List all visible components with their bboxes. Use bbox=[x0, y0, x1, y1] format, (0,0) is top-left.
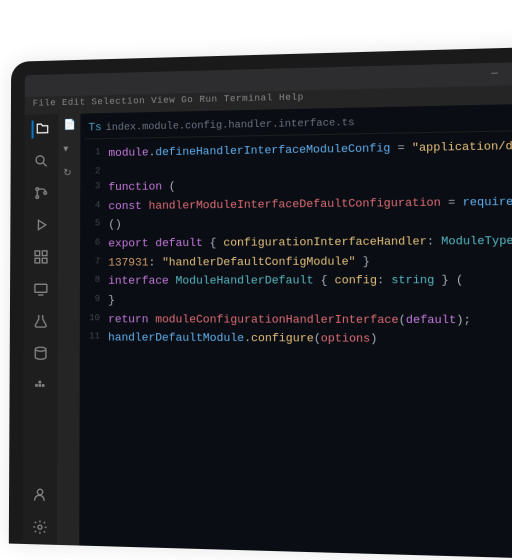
line-number: 5 bbox=[84, 217, 108, 236]
line-number: 2 bbox=[84, 164, 108, 180]
line-number: 4 bbox=[84, 198, 108, 217]
line-number: 11 bbox=[84, 330, 108, 349]
editor-tab[interactable]: Ts index.module.config.handler.interface… bbox=[84, 110, 512, 140]
code-line[interactable]: 9} bbox=[84, 292, 512, 312]
secondary-sidebar: 📄 ▾ ↻ bbox=[57, 114, 80, 546]
line-number: 8 bbox=[84, 273, 108, 292]
line-number: 10 bbox=[84, 311, 108, 330]
explorer-icon[interactable] bbox=[32, 120, 50, 138]
minimize-icon[interactable]: ─ bbox=[489, 69, 500, 80]
line-number: 1 bbox=[84, 145, 108, 164]
line-number: 7 bbox=[84, 254, 108, 273]
line-number: 6 bbox=[84, 235, 108, 254]
typescript-file-icon: Ts bbox=[88, 119, 101, 138]
laptop-screen: ─ ▢ ✕ File Edit Selection View Go Run Te… bbox=[9, 46, 512, 559]
line-number: 3 bbox=[84, 179, 108, 198]
code-line[interactable]: 7 137931: "handlerDefaultConfigModule" } bbox=[84, 252, 512, 273]
docker-icon[interactable] bbox=[31, 376, 49, 394]
file-icon[interactable]: 📄 bbox=[63, 120, 75, 132]
debug-icon[interactable] bbox=[32, 216, 50, 234]
extensions-icon[interactable] bbox=[32, 248, 50, 266]
code-content[interactable]: interface ModuleHandlerDefault { config:… bbox=[108, 272, 512, 292]
remote-icon[interactable] bbox=[32, 280, 50, 298]
search-icon[interactable] bbox=[32, 152, 50, 170]
database-icon[interactable] bbox=[32, 344, 50, 362]
code-body[interactable]: 1module.defineHandlerInterfaceModuleConf… bbox=[84, 137, 512, 351]
code-line[interactable]: 6 export default { configurationInterfac… bbox=[84, 232, 512, 254]
activity-bar bbox=[23, 114, 59, 545]
code-line[interactable]: 11 handlerDefaultModule.configure(option… bbox=[84, 330, 512, 351]
code-content[interactable]: } bbox=[108, 292, 512, 312]
code-content[interactable]: handlerDefaultModule.configure(options) bbox=[108, 330, 512, 351]
code-line[interactable]: 8 interface ModuleHandlerDefault { confi… bbox=[84, 272, 512, 292]
tab-filename: index.module.config.handler.interface.ts bbox=[106, 115, 355, 137]
settings-icon[interactable] bbox=[31, 518, 49, 537]
code-line[interactable]: 10 return moduleConfigurationHandlerInte… bbox=[84, 311, 512, 331]
main-area: 📄 ▾ ↻ Ts index.module.config.handler.int… bbox=[23, 103, 512, 559]
line-number: 9 bbox=[84, 292, 108, 311]
collapse-icon[interactable]: ▾ bbox=[63, 144, 75, 156]
code-content[interactable]: 137931: "handlerDefaultConfigModule" } bbox=[108, 252, 512, 273]
code-content[interactable]: export default { configurationInterfaceH… bbox=[108, 232, 512, 254]
code-editor[interactable]: Ts index.module.config.handler.interface… bbox=[79, 103, 512, 559]
testing-icon[interactable] bbox=[32, 312, 50, 330]
accounts-icon[interactable] bbox=[31, 485, 49, 504]
source-control-icon[interactable] bbox=[32, 184, 50, 202]
code-content[interactable]: return moduleConfigurationHandlerInterfa… bbox=[108, 311, 512, 331]
refresh-icon[interactable]: ↻ bbox=[63, 168, 75, 180]
